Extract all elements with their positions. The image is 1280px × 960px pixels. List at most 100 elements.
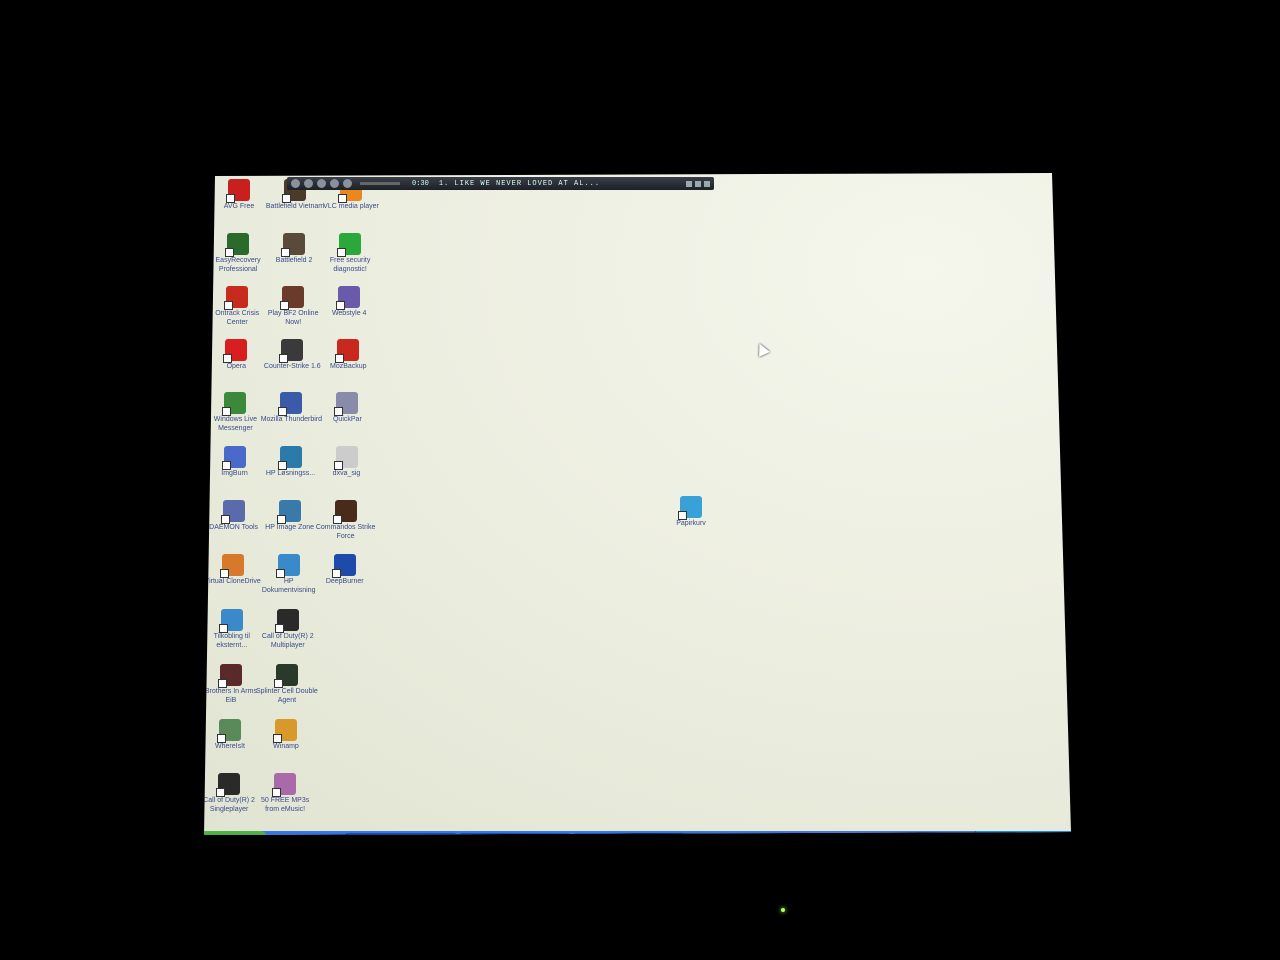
desktop-icon-label: Free security diagnostic! bbox=[329, 257, 371, 273]
taskbar-task-button[interactable]: Hardware.no - Forum... bbox=[460, 832, 570, 835]
desktop-icon-label: HP Dokumentvisning bbox=[261, 578, 316, 594]
desktop-icon[interactable]: 50 FREE MP3s from eMusic! bbox=[254, 773, 316, 814]
start-button[interactable]: ⊞ Start bbox=[204, 831, 268, 835]
splinter-cell-icon bbox=[273, 664, 298, 688]
desktop-icon[interactable]: Virtual CloneDrive bbox=[204, 554, 264, 587]
desktop-icon-label: Tilkobling til eksternt... bbox=[213, 633, 250, 649]
desktop-icon-label: Webstyle 4 bbox=[331, 310, 367, 317]
minimize-button[interactable] bbox=[686, 180, 692, 187]
shade-button[interactable] bbox=[695, 180, 701, 187]
desktop-icon-label: HP Image Zone bbox=[265, 524, 315, 531]
language-indicator[interactable]: NO bbox=[984, 838, 995, 845]
network-icon[interactable] bbox=[998, 838, 1006, 846]
desktop-icon-label: DAEMON Tools bbox=[209, 524, 259, 531]
messenger-icon bbox=[222, 392, 247, 416]
desktop-icon-label: Battlefield Vietnam bbox=[265, 203, 325, 210]
quicklaunch-browser-icon[interactable] bbox=[273, 837, 283, 847]
close-button[interactable] bbox=[704, 180, 710, 187]
desktop-icon[interactable]: MozBackup bbox=[317, 339, 379, 372]
desktop-icon[interactable]: DeepBurner bbox=[314, 554, 376, 587]
desktop-icon-label: dxva_sig bbox=[332, 470, 361, 477]
next-button[interactable] bbox=[343, 179, 352, 188]
desktop-icon-label: Battlefield 2 bbox=[275, 257, 313, 264]
desktop-icon-label: MozBackup bbox=[330, 363, 367, 370]
desktop-icon-label: Opera bbox=[226, 363, 247, 370]
desktop-icon-label: Ontrack Crisis Center bbox=[215, 310, 260, 326]
desktop-icon[interactable]: AVG Free bbox=[208, 179, 270, 212]
winamp-mini-player[interactable]: 0:30 1. LIKE WE NEVER LOVED AT AL... bbox=[287, 177, 714, 190]
desktop-icon[interactable]: Call of Duty(R) 2 Singleplayer bbox=[203, 773, 260, 814]
desktop-icon-label: DeepBurner bbox=[325, 578, 364, 585]
mozbackup-icon bbox=[335, 339, 360, 363]
desktop-icon[interactable]: Mozilla Thunderbird bbox=[260, 392, 322, 425]
commandos-icon bbox=[332, 500, 357, 524]
task-app-icon bbox=[581, 838, 589, 846]
security-diagnostic-icon bbox=[337, 233, 362, 257]
quicklaunch-desktop-icon[interactable] bbox=[303, 837, 313, 847]
desktop-icon[interactable]: Call of Duty(R) 2 Multiplayer bbox=[257, 609, 319, 650]
quickpar-icon bbox=[334, 392, 359, 416]
desktop-icon[interactable]: Free security diagnostic! bbox=[319, 233, 381, 274]
recycle-bin-icon[interactable]: Papirkurv bbox=[660, 496, 722, 529]
desktop-icon[interactable]: Commandos Strike Force bbox=[315, 500, 377, 541]
desktop-icon[interactable]: Opera bbox=[205, 339, 267, 372]
imgburn-icon bbox=[221, 446, 246, 470]
desktop-icon-label: Call of Duty(R) 2 Singleplayer bbox=[203, 797, 255, 813]
desktop-icon[interactable]: Winamp bbox=[255, 719, 317, 752]
cod2-mp-icon bbox=[274, 609, 299, 633]
desktop-icon[interactable]: Webstyle 4 bbox=[318, 286, 380, 319]
desktop[interactable]: AVG Free Battlefield Vietnam VLC media pla… bbox=[203, 173, 1071, 847]
recycle-bin-label: Papirkurv bbox=[676, 520, 706, 527]
desktop-icon[interactable]: HP Image Zone bbox=[259, 500, 321, 533]
play-bf2-icon bbox=[280, 286, 305, 310]
desktop-icon[interactable]: Splinter Cell Double Agent bbox=[256, 664, 318, 705]
volume-tray-icon[interactable] bbox=[1034, 838, 1042, 846]
desktop-icon[interactable]: ImgBurn bbox=[204, 446, 266, 479]
desktop-icon[interactable]: Windows Live Messenger bbox=[204, 392, 266, 433]
volume-slider[interactable] bbox=[360, 182, 400, 185]
desktop-icon-label: QuickPar bbox=[332, 416, 362, 423]
desktop-icon[interactable]: Counter-Strike 1.6 bbox=[261, 339, 323, 372]
desktop-icon[interactable]: Play BF2 Online Now! bbox=[262, 286, 324, 327]
desktop-icon[interactable]: Brothers In Arms EiB bbox=[204, 664, 262, 705]
hp-image-zone-icon bbox=[276, 500, 301, 524]
clonedrive-icon bbox=[219, 554, 244, 578]
taskbar-task-button[interactable]: 1. Faith Hill - Like We ... bbox=[574, 832, 684, 846]
whereisit-icon bbox=[217, 719, 241, 743]
clock[interactable]: 02:00 bbox=[1046, 838, 1064, 845]
monitor-screen: AVG Free Battlefield Vietnam VLC media pla… bbox=[0, 0, 1280, 960]
task-label: Windows Live Messen... bbox=[365, 837, 446, 846]
desktop-icon-label: Winamp bbox=[273, 743, 299, 750]
desktop-icon[interactable]: HP Dokumentvisning bbox=[258, 554, 320, 595]
desktop-icon[interactable]: Tilkobling til eksternt... bbox=[204, 609, 263, 650]
desktop-icon-label: AVG Free bbox=[223, 203, 255, 210]
desktop-icon-label: ImgBurn bbox=[221, 470, 248, 477]
brothers-in-arms-icon bbox=[217, 664, 242, 688]
desktop-icon-label: Counter-Strike 1.6 bbox=[263, 363, 321, 370]
emusic-icon bbox=[272, 773, 297, 797]
desktop-icon[interactable]: Ontrack Crisis Center bbox=[206, 286, 268, 327]
desktop-icon[interactable]: HP Løsningss... bbox=[260, 446, 322, 479]
opera-icon bbox=[223, 339, 248, 363]
prev-button[interactable] bbox=[291, 179, 300, 188]
pause-button[interactable] bbox=[317, 179, 326, 188]
quicklaunch-folder-icon[interactable] bbox=[288, 837, 298, 847]
desktop-icon[interactable]: dxva_sig bbox=[316, 446, 378, 479]
desktop-icon[interactable]: DAEMON Tools bbox=[204, 500, 265, 533]
quicklaunch-ie-icon[interactable] bbox=[318, 837, 328, 847]
daemon-tools-icon bbox=[220, 500, 245, 524]
security-tray-icon[interactable] bbox=[1022, 838, 1030, 846]
desktop-icon[interactable]: EasyRecovery Professional bbox=[207, 233, 269, 274]
desktop-icon-label: WhereIsIt bbox=[215, 743, 245, 750]
system-tray: NO 02:00 bbox=[974, 831, 1071, 846]
battlefield2-icon bbox=[281, 233, 306, 257]
play-button[interactable] bbox=[304, 179, 313, 188]
desktop-icon-label: Splinter Cell Double Agent bbox=[255, 688, 318, 704]
taskbar-task-button[interactable]: Windows Live Messen... bbox=[346, 832, 456, 846]
desktop-icon[interactable]: WhereIsIt bbox=[204, 719, 261, 752]
desktop-icon-label: HP Løsningss... bbox=[265, 470, 316, 477]
stop-button[interactable] bbox=[330, 179, 339, 188]
desktop-icon[interactable]: QuickPar bbox=[316, 392, 378, 425]
messenger-tray-icon[interactable] bbox=[1010, 838, 1018, 846]
desktop-icon[interactable]: Battlefield 2 bbox=[263, 233, 325, 266]
